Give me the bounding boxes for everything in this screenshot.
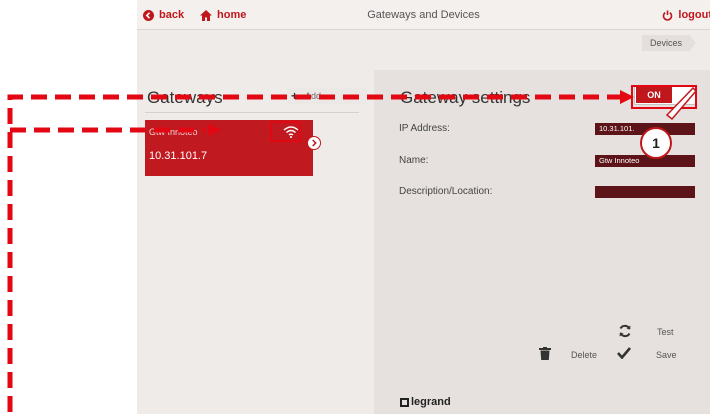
trash-icon[interactable]: [539, 347, 551, 360]
gateways-heading: Gateways: [147, 88, 223, 107]
breadcrumb: Devices: [137, 30, 710, 55]
chevron-right-icon[interactable]: [307, 136, 321, 150]
toggle-on-label: ON: [636, 87, 672, 103]
legrand-logo: legrand: [400, 396, 451, 408]
refresh-icon[interactable]: [618, 324, 632, 338]
plus-icon: +: [291, 89, 299, 103]
name-label: Name:: [399, 155, 429, 166]
add-gateway-button[interactable]: + Add: [287, 88, 367, 104]
app-window: back home Gateways and Devices logout De…: [137, 0, 710, 414]
gateway-name: Gtw Innoteo: [149, 127, 198, 137]
gateway-ip: 10.31.101.7: [149, 150, 208, 162]
description-field[interactable]: [595, 186, 695, 198]
check-icon[interactable]: [617, 347, 631, 359]
test-button[interactable]: Test: [657, 327, 674, 337]
save-button[interactable]: Save: [656, 350, 677, 360]
logout-label: logout: [678, 9, 710, 21]
gateway-settings-panel: [374, 70, 710, 414]
legrand-logo-text: legrand: [411, 396, 451, 408]
gateway-on-toggle[interactable]: ON: [634, 85, 696, 105]
legrand-logo-mark: [400, 397, 409, 407]
delete-button[interactable]: Delete: [571, 350, 597, 360]
gateway-settings-heading: Gateway settings: [400, 88, 531, 107]
top-bar: back home Gateways and Devices logout: [137, 0, 710, 30]
description-label: Description/Location:: [399, 186, 493, 197]
add-label: Add: [305, 91, 322, 101]
logout-button[interactable]: logout: [662, 9, 710, 21]
callout-number: 1: [640, 127, 672, 159]
power-icon: [663, 10, 673, 21]
wifi-icon: [283, 126, 299, 138]
page-title: Gateways and Devices: [367, 9, 480, 21]
ip-address-label: IP Address:: [399, 123, 450, 134]
name-field[interactable]: Gtw Innoteo: [595, 155, 695, 167]
divider: [145, 112, 359, 113]
breadcrumb-devices[interactable]: Devices: [641, 35, 696, 51]
gateway-list-item[interactable]: Gtw Innoteo 10.31.101.7: [145, 120, 313, 176]
